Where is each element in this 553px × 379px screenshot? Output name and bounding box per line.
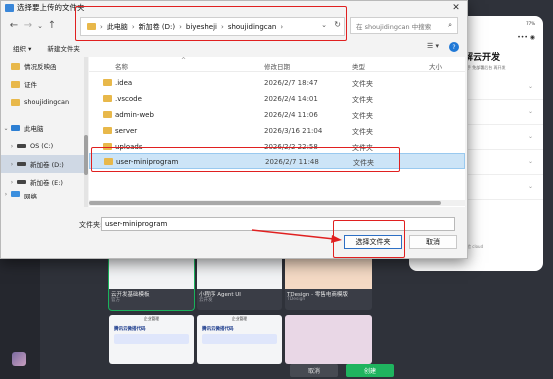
chevron-down-icon: ⌄ <box>527 108 533 115</box>
dialog-toolbar: 组织 ▾ 新建文件夹 ☰ ▾ ? <box>1 41 467 54</box>
file-row[interactable]: admin-web 2026/2/4 11:06 文件夹 <box>89 107 465 123</box>
folder-icon <box>103 143 112 150</box>
app-icon <box>5 3 14 12</box>
breadcrumb-item[interactable]: 新加卷 (D:) <box>139 22 175 32</box>
folder-icon <box>11 98 20 106</box>
column-date[interactable]: 修改日期 <box>264 61 290 71</box>
chevron-down-icon: ⌄ <box>527 83 533 90</box>
back-icon[interactable]: ← <box>7 20 21 31</box>
close-icon[interactable]: ✕ <box>445 3 467 13</box>
chevron-right-icon[interactable]: › <box>1 191 11 198</box>
sidebar-item[interactable]: › OS (C:) <box>1 137 84 155</box>
cancel-button[interactable]: 取消 <box>290 364 338 377</box>
chevron-down-icon: ⌄ <box>527 133 533 140</box>
create-button[interactable]: 创建 <box>346 364 394 377</box>
navigation-bar: ← → ⌄ ↑ › 此电脑 › 新加卷 (D:) › biyeshejі › s… <box>1 14 467 37</box>
file-row-selected[interactable]: user-miniprogram 2026/2/7 11:48 文件夹 <box>89 153 465 169</box>
avatar[interactable] <box>12 352 26 366</box>
folder-icon <box>11 62 20 70</box>
refresh-icon[interactable]: ↻ <box>334 20 341 29</box>
column-headers: 名称 ^ 修改日期 类型 大小 <box>89 57 465 72</box>
chevron-down-icon[interactable]: ⌄ <box>321 21 327 29</box>
drive-icon <box>17 162 26 166</box>
breadcrumb-item[interactable]: shoujidingcan <box>228 23 277 31</box>
file-list: 名称 ^ 修改日期 类型 大小 .idea 2026/2/7 18:47 文件夹… <box>89 57 465 207</box>
template-thumbnail <box>285 256 372 289</box>
organize-menu[interactable]: 组织 ▾ <box>13 43 31 53</box>
new-folder-button[interactable]: 新建文件夹 <box>47 43 80 53</box>
create-actions: 取消 创建 <box>290 364 394 377</box>
folder-icon <box>104 158 113 165</box>
sidebar-item[interactable]: › 新加卷 (D:) <box>1 155 84 173</box>
column-name[interactable]: 名称 <box>115 61 128 71</box>
breadcrumb-item[interactable]: 此电脑 <box>107 22 128 32</box>
dialog-title: 选择要上传的文件夹 <box>17 3 85 12</box>
sidebar-item[interactable]: › 新加卷 (E:) <box>1 173 84 191</box>
computer-icon <box>11 125 20 131</box>
chevron-down-icon: ⌄ <box>527 183 533 190</box>
sidebar-item[interactable]: 证件 <box>1 75 84 93</box>
select-folder-button[interactable]: 选择文件夹 <box>344 235 402 249</box>
recent-locations-icon[interactable]: ⌄ <box>35 22 45 30</box>
file-row[interactable]: .idea 2026/2/7 18:47 文件夹 <box>89 75 465 91</box>
sidebar-item[interactable]: › 网络 <box>1 191 84 199</box>
address-bar[interactable]: › 此电脑 › 新加卷 (D:) › biyeshejі › shoujidin… <box>80 17 345 36</box>
help-icon[interactable]: ? <box>449 42 459 52</box>
template-card[interactable]: 企业管理 腾讯云微搭代码 <box>197 315 282 364</box>
column-size[interactable]: 大小 <box>429 61 442 71</box>
up-icon[interactable]: ↑ <box>45 20 59 31</box>
sidebar-item[interactable]: shoujidingcan <box>1 93 84 111</box>
template-thumbnail <box>109 256 194 289</box>
network-icon <box>11 191 20 197</box>
folder-label: 文件夹: <box>79 221 103 229</box>
search-input[interactable]: 在 shoujidingcan 中搜索 ⌕ <box>350 17 458 34</box>
folder-icon <box>11 80 20 88</box>
dialog-titlebar: 选择要上传的文件夹 ✕ <box>1 1 467 14</box>
folder-icon <box>103 127 112 134</box>
forward-icon[interactable]: → <box>21 20 35 31</box>
template-thumbnail <box>197 256 282 289</box>
column-type[interactable]: 类型 <box>352 61 365 71</box>
drive-icon <box>17 144 26 148</box>
sort-indicator-icon: ^ <box>181 57 187 64</box>
template-card[interactable]: 云开发基础模板 官方 <box>108 255 195 311</box>
template-card[interactable]: 企业管理 腾讯云微搭代码 <box>109 315 194 364</box>
file-row[interactable]: .vscode 2026/2/4 14:01 文件夹 <box>89 91 465 107</box>
template-card[interactable]: 小程序 Agent UI 云开发 <box>197 256 282 310</box>
chevron-right-icon[interactable]: › <box>7 179 17 186</box>
chevron-down-icon[interactable]: ⌄ <box>1 125 11 132</box>
folder-name-input[interactable]: user-miniprogram <box>101 217 455 231</box>
drive-icon <box>17 180 26 184</box>
folder-icon <box>103 79 112 86</box>
chevron-down-icon: ⌄ <box>527 158 533 165</box>
navigation-pane: 情况反映函 证件 shoujidingcan ⌄ 此电脑 › OS (C:) ›… <box>1 57 84 207</box>
breadcrumb-item[interactable]: biyeshejі <box>186 23 217 31</box>
view-options-icon[interactable]: ☰ ▾ <box>427 42 439 50</box>
search-icon: ⌕ <box>448 21 452 29</box>
template-card[interactable]: TDesign - 零售电商模版 TDesign <box>285 256 372 310</box>
chevron-right-icon[interactable]: › <box>7 143 17 150</box>
sidebar-scrollbar[interactable] <box>84 57 88 207</box>
sidebar-item[interactable]: ⌄ 此电脑 <box>1 119 84 137</box>
chevron-right-icon[interactable]: › <box>7 161 17 168</box>
file-row[interactable]: server 2026/3/16 21:04 文件夹 <box>89 123 465 139</box>
more-icon[interactable]: ••• ◉ <box>517 34 535 41</box>
file-list-scrollbar[interactable] <box>89 200 465 206</box>
folder-icon <box>103 95 112 102</box>
folder-picker-dialog: 选择要上传的文件夹 ✕ ← → ⌄ ↑ › 此电脑 › 新加卷 (D:) › b… <box>0 0 468 259</box>
folder-icon <box>87 23 96 30</box>
template-card[interactable] <box>285 315 372 364</box>
sidebar-item[interactable]: 情况反映函 <box>1 57 84 75</box>
cancel-button[interactable]: 取消 <box>409 235 457 249</box>
folder-icon <box>103 111 112 118</box>
